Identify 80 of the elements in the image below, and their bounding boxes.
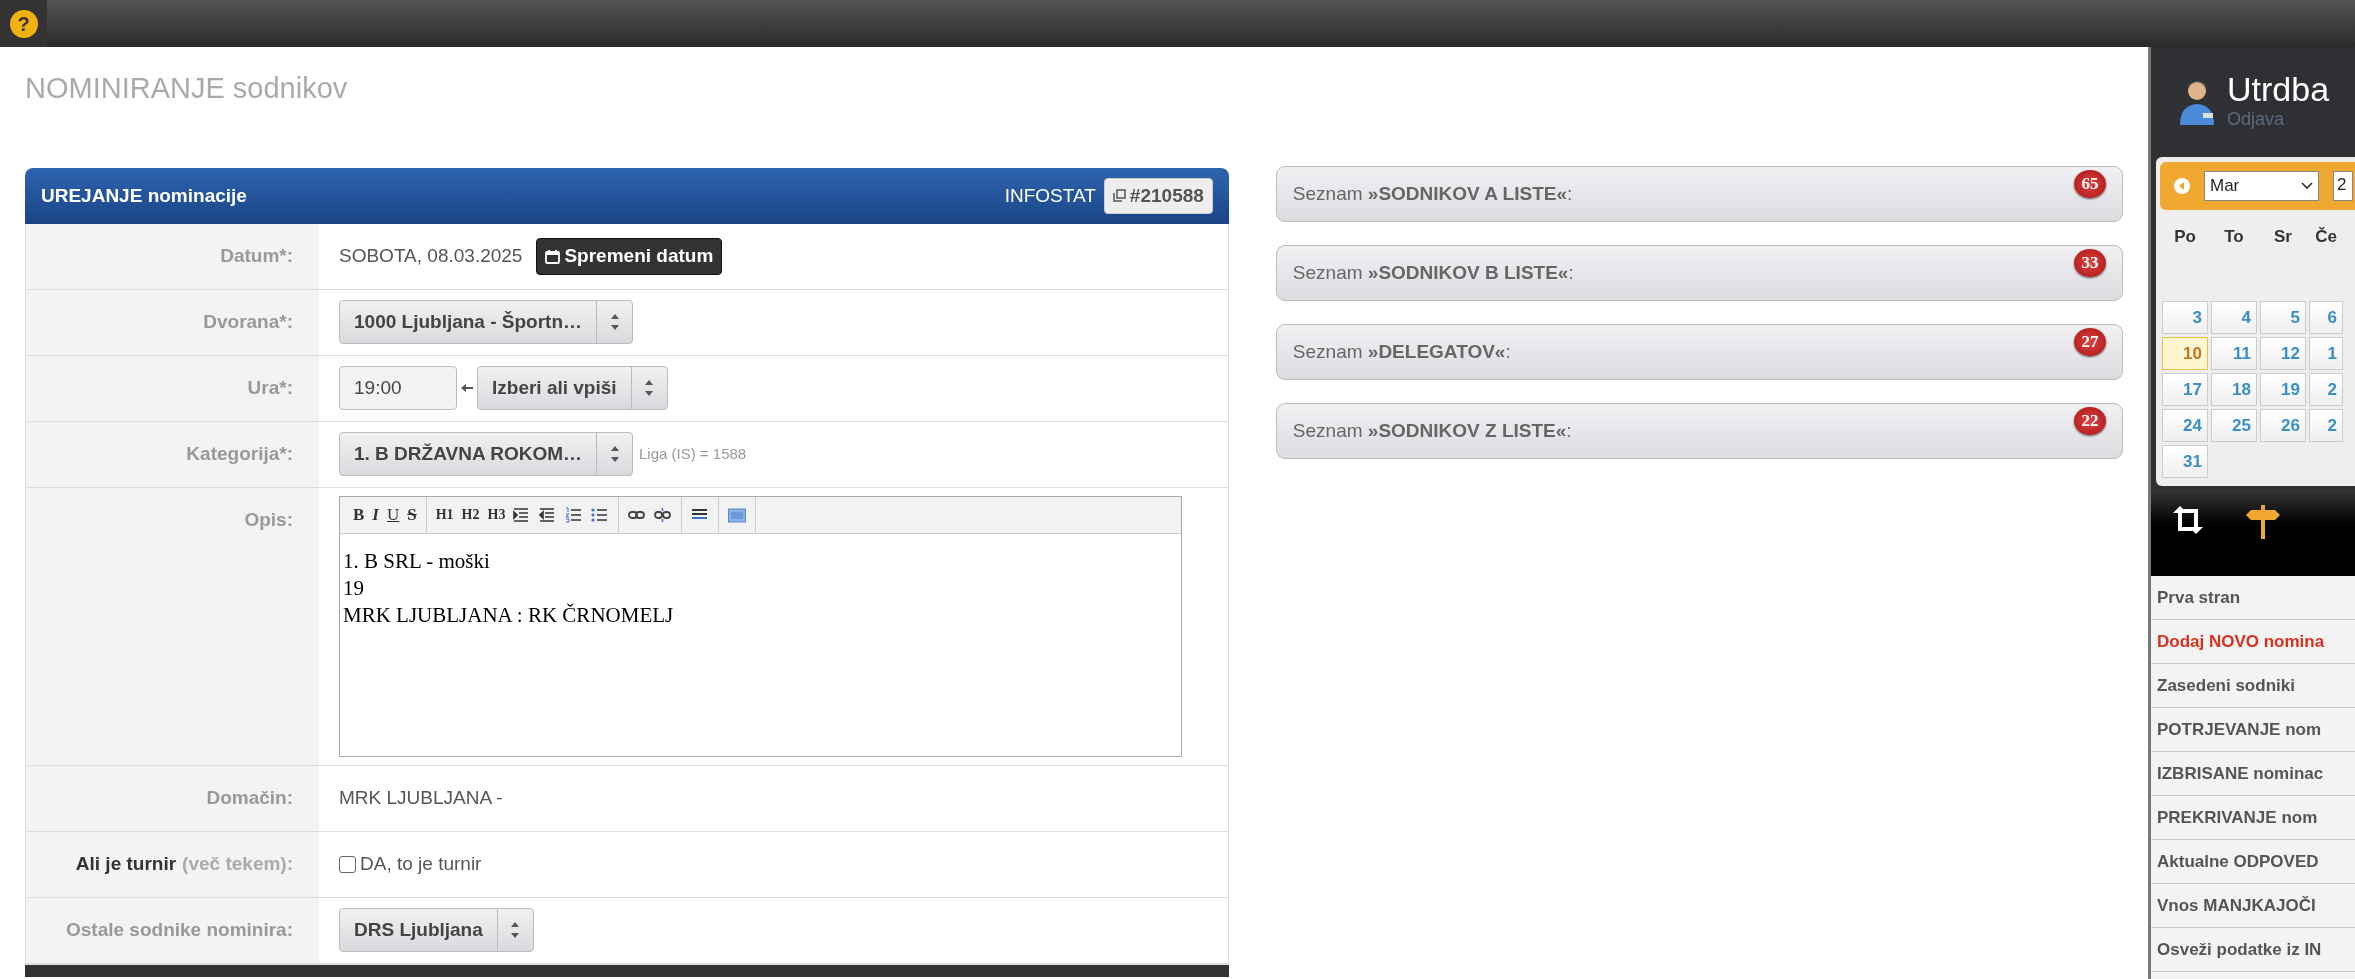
panel-title: Seznam »DELEGATOV«: (1292, 339, 1511, 364)
count-badge: 33 (2074, 249, 2106, 277)
list-panel[interactable]: Seznam »SODNIKOV Z LISTE«: 22 (1275, 403, 2123, 459)
list-panel[interactable]: Seznam »SODNIKOV B LISTE«: 33 (1275, 245, 2123, 301)
menu-item[interactable]: PREKRIVANJE nom (2151, 796, 2355, 840)
month-select[interactable]: Mar (2204, 171, 2319, 201)
menu-item[interactable]: Osveži podatke iz IN (2151, 928, 2355, 972)
weekday-label: To (2223, 226, 2245, 248)
field-label: Ostale sodnike nominira: (26, 897, 319, 963)
calendar-icon (545, 248, 561, 264)
weekday-label: Po (2173, 226, 2197, 248)
field-label: Ura*: (26, 355, 319, 421)
updown-arrows-icon (609, 445, 620, 464)
list-panel[interactable]: Seznam »SODNIKOV A LISTE«: 65 (1275, 166, 2123, 222)
signpost-icon[interactable] (2245, 505, 2281, 539)
infostat-label: INFOSTAT (1004, 183, 1096, 208)
question-mark-icon: ? (9, 9, 38, 38)
count-badge: 27 (2074, 328, 2106, 356)
weekday-label: Sr (2273, 226, 2293, 248)
menu-item[interactable]: Aktualne ODPOVED (2151, 840, 2355, 884)
updown-arrows-icon (644, 379, 655, 398)
change-date-button[interactable]: Spremeni datum (536, 238, 723, 275)
infostat-button[interactable]: #210588 (1103, 177, 1213, 215)
numbered-list-icon[interactable] (565, 506, 584, 523)
window-icon (1112, 189, 1126, 203)
menu-item[interactable]: Vnos MANJKAJOČI (2151, 884, 2355, 928)
field-label: Opis: (26, 487, 319, 765)
underline-button[interactable]: U (383, 506, 403, 524)
html-icon[interactable] (728, 506, 747, 523)
select-field[interactable]: DRS Ljubljana (339, 908, 534, 953)
menu-item[interactable]: Zasedeni sodniki (2151, 664, 2355, 708)
chevron-down-icon (2301, 182, 2313, 190)
heading-button[interactable]: H3 (484, 507, 509, 522)
left-arrow-icon (461, 383, 473, 394)
left-triangle-icon (2178, 182, 2186, 190)
menu-item[interactable]: POTRJEVANJE nom (2151, 708, 2355, 752)
checkbox[interactable] (339, 855, 356, 873)
updown-arrows-icon (510, 921, 521, 940)
weekday-label: Če (2314, 226, 2338, 248)
text-line: 19 (343, 575, 365, 603)
list-panel[interactable]: Seznam »DELEGATOV«: 27 (1275, 324, 2123, 380)
checkbox-label: DA, to je turnir (360, 852, 482, 877)
month-value: Mar (2210, 175, 2240, 198)
user-name: Utrdba (2227, 71, 2330, 106)
unlink-icon[interactable] (654, 506, 673, 523)
field-label: Domačin: (26, 765, 319, 831)
italic-button[interactable]: I (369, 506, 382, 524)
select-field[interactable]: 1. B DRŽAVNA ROKOM… (339, 432, 633, 477)
select-field[interactable]: 1000 Ljubljana - Športn… (339, 300, 634, 345)
form-title: UREJANJE nominacije (41, 183, 247, 208)
text-line: 1. B SRL - moški (343, 547, 491, 575)
field-label-note: (več tekem): (182, 852, 293, 877)
menu-item[interactable]: IZBRISANE nominac (2151, 752, 2355, 796)
heading-button[interactable]: H2 (458, 507, 483, 522)
select-field[interactable]: Izberi ali vpiši (477, 366, 668, 411)
year-select[interactable]: 2 (2333, 171, 2353, 201)
league-note: Liga (IS) = 1588 (639, 444, 747, 465)
host-value: MRK LJUBLJANA - (339, 786, 503, 811)
time-field[interactable]: 19:00 (339, 366, 457, 411)
panel-title: Seznam »SODNIKOV B LISTE«: (1292, 260, 1574, 285)
menu-item[interactable]: Dodaj NOVO nomina (2151, 620, 2355, 664)
help-button[interactable]: ? (0, 0, 47, 47)
text-line: MRK LJUBLJANA : RK ČRNOMELJ (343, 602, 675, 630)
count-badge: 22 (2074, 407, 2106, 435)
field-label: Kategorija*: (26, 421, 319, 487)
page-title: NOMINIRANJE sodnikov (25, 71, 349, 106)
count-badge: 65 (2074, 170, 2106, 198)
menu-item[interactable]: Prva stran (2151, 576, 2355, 620)
editor-area[interactable]: 1. B SRL - moški 19 MRK LJUBLJANA : RK ČRNOMELJ (340, 533, 1181, 756)
field-label: Datum*: (26, 223, 319, 289)
updown-arrows-icon (609, 313, 620, 332)
bullet-list-icon[interactable] (591, 506, 610, 523)
strikethrough-button[interactable]: S (404, 506, 420, 524)
bold-button[interactable]: B (350, 506, 368, 524)
heading-button[interactable]: H1 (432, 507, 457, 522)
date-value: SOBOTA, 08.03.2025 (339, 244, 523, 269)
panel-title: Seznam »SODNIKOV Z LISTE«: (1292, 418, 1572, 443)
field-label: Ali je turnir (75, 852, 177, 877)
panel-title: Seznam »SODNIKOV A LISTE«: (1292, 181, 1573, 206)
field-label: Dvorana*: (26, 289, 319, 355)
